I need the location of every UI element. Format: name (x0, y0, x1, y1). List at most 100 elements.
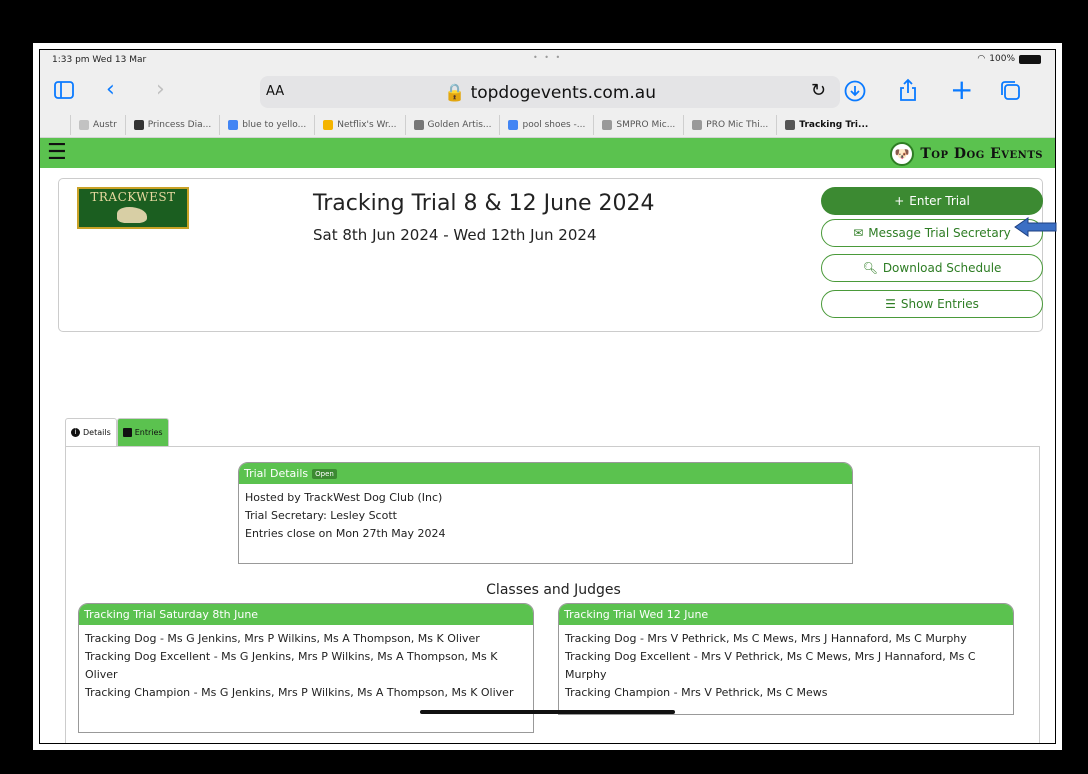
browser-tab-label: Austr (93, 119, 117, 130)
message-secretary-button[interactable]: ✉ Message Trial Secretary (821, 219, 1043, 247)
screenshot-frame: 1:33 pm Wed 13 Mar • • • ◠ 100% ‹ › AA 🔒… (33, 43, 1062, 750)
class-line: Tracking Champion - Mrs V Pethrick, Ms C… (565, 686, 828, 699)
classes-heading: Classes and Judges (486, 582, 621, 598)
menu-icon[interactable]: ☰ (47, 141, 67, 165)
class-card-body: Tracking Dog - Mrs V Pethrick, Ms C Mews… (559, 625, 1013, 707)
info-icon: i (71, 428, 80, 437)
battery-icon (1019, 54, 1041, 64)
browser-tab[interactable]: Tracking Tri... (776, 114, 876, 135)
status-badge: Open (312, 468, 337, 479)
show-entries-label: Show Entries (900, 297, 979, 311)
secretary-line: Trial Secretary: Lesley Scott (245, 509, 397, 522)
event-dates: Sat 8th Jun 2024 - Wed 12th Jun 2024 (313, 226, 597, 244)
class-line: Tracking Dog - Ms G Jenkins, Mrs P Wilki… (85, 632, 480, 645)
brand-name: Top Dog Events (920, 146, 1043, 162)
tab-details[interactable]: i Details (65, 418, 117, 446)
site-header: ☰ 🐶 Top Dog Events (40, 138, 1055, 168)
envelope-icon: ✉ (853, 226, 864, 240)
class-line: Tracking Dog Excellent - Mrs V Pethrick,… (565, 650, 976, 681)
sidebar-icon[interactable] (54, 78, 74, 105)
favicon-icon (785, 119, 796, 130)
tab-entries[interactable]: Entries (116, 418, 169, 446)
favicon-icon (602, 119, 613, 130)
url-text[interactable]: 🔒 topdogevents.com.au (260, 83, 840, 103)
event-header-panel: TRACKWEST Tracking Trial 8 & 12 June 202… (58, 178, 1043, 332)
favicon-icon (133, 119, 144, 130)
browser-tab[interactable]: pool shoes -... (499, 114, 593, 135)
browser-tab[interactable]: SMPRO Mic... (593, 114, 683, 135)
favicon-icon (508, 119, 519, 130)
browser-tab-label: Netflix's Wr... (337, 119, 397, 130)
browser-tab[interactable]: Netflix's Wr... (314, 114, 404, 135)
host-line: Hosted by TrackWest Dog Club (Inc) (245, 491, 443, 504)
reload-icon[interactable]: ↻ (811, 80, 826, 101)
browser-tab-label: blue to yello... (242, 119, 307, 130)
browser-tab-bar: Austr Princess Dia... blue to yello... Netf… (40, 112, 1055, 138)
wifi-icon: ◠ (977, 54, 986, 64)
table-icon (122, 428, 132, 437)
browser-tab[interactable]: Austr (70, 114, 125, 135)
browser-tab[interactable]: blue to yello... (219, 114, 314, 135)
class-card-wednesday: Tracking Trial Wed 12 June Tracking Dog … (558, 603, 1014, 715)
class-line: Tracking Champion - Ms G Jenkins, Mrs P … (85, 686, 514, 699)
annotation-arrow-icon (1014, 217, 1057, 237)
site-logo[interactable]: 🐶 Top Dog Events (890, 142, 1043, 166)
browser-tab-label: SMPRO Mic... (616, 119, 676, 130)
trial-details-heading: Trial Details (244, 467, 309, 480)
tab-overview-icon[interactable] (1000, 78, 1022, 108)
list-icon: ☰ (885, 297, 896, 311)
class-line: Tracking Dog Excellent - Ms G Jenkins, M… (85, 650, 498, 681)
event-title: Tracking Trial 8 & 12 June 2024 (313, 191, 655, 216)
class-line: Tracking Dog - Mrs V Pethrick, Ms C Mews… (565, 632, 967, 645)
club-logo-text: TRACKWEST (90, 190, 176, 204)
forward-icon[interactable]: › (156, 78, 165, 102)
browser-tab-label: PRO Mic Thi... (706, 119, 769, 130)
browser-tab[interactable]: PRO Mic Thi... (683, 114, 776, 135)
status-time: 1:33 pm Wed 13 Mar (52, 55, 147, 65)
club-logo: TRACKWEST (77, 187, 189, 229)
trial-details-body: Hosted by TrackWest Dog Club (Inc) Trial… (239, 484, 852, 548)
show-entries-button[interactable]: ☰ Show Entries (821, 290, 1043, 318)
favicon-icon (228, 119, 239, 130)
status-bar: 1:33 pm Wed 13 Mar • • • ◠ 100% (40, 50, 1055, 70)
favicon-icon (79, 119, 89, 130)
trial-details-header: Trial Details Open (239, 463, 852, 484)
enter-trial-label: Enter Trial (909, 194, 970, 208)
home-indicator[interactable] (420, 710, 675, 714)
browser-tab-label: Princess Dia... (147, 119, 212, 130)
entries-close-line: Entries close on Mon 27th May 2024 (245, 527, 446, 540)
dog-logo-icon: 🐶 (890, 142, 915, 166)
trial-details-card: Trial Details Open Hosted by TrackWest D… (238, 462, 853, 564)
download-schedule-label: Download Schedule (882, 261, 1002, 275)
page-content: TRACKWEST Tracking Trial 8 & 12 June 202… (40, 168, 1055, 743)
browser-tab-label: pool shoes -... (522, 119, 586, 130)
back-icon[interactable]: ‹ (106, 78, 115, 102)
enter-trial-button[interactable]: + Enter Trial (821, 187, 1043, 215)
multitask-dots-icon[interactable]: • • • (533, 53, 562, 62)
favicon-icon (413, 119, 424, 130)
message-secretary-label: Message Trial Secretary (868, 226, 1011, 240)
download-schedule-button[interactable]: 🔍︎ Download Schedule (821, 254, 1043, 282)
address-bar[interactable]: AA 🔒 topdogevents.com.au ↻ (260, 76, 840, 108)
share-icon[interactable] (898, 78, 918, 108)
downloads-icon[interactable] (844, 78, 866, 108)
tab-entries-label: Entries (134, 428, 163, 437)
dog-silhouette-icon (117, 207, 147, 223)
favicon-icon (692, 119, 703, 130)
battery-percent: 100% (989, 54, 1015, 64)
magnifier-icon: 🔍︎ (862, 261, 878, 275)
lock-icon: 🔒 (443, 83, 466, 103)
browser-tab-label: Tracking Tri... (799, 119, 869, 130)
tab-details-label: Details (83, 428, 111, 437)
browser-tab-label: Golden Artis... (427, 119, 492, 130)
class-card-header: Tracking Trial Saturday 8th June (79, 604, 533, 625)
browser-tab[interactable]: Princess Dia... (124, 114, 219, 135)
url-value: topdogevents.com.au (470, 83, 656, 103)
favicon-icon (323, 119, 334, 130)
battery-status: ◠ 100% (977, 54, 1041, 64)
browser-tab[interactable]: Golden Artis... (404, 114, 500, 135)
new-tab-icon[interactable]: + (950, 76, 973, 104)
class-card-heading: Tracking Trial Saturday 8th June (84, 608, 259, 621)
page-tabs: i Details Entries (65, 418, 169, 446)
class-card-body: Tracking Dog - Ms G Jenkins, Mrs P Wilki… (79, 625, 533, 707)
